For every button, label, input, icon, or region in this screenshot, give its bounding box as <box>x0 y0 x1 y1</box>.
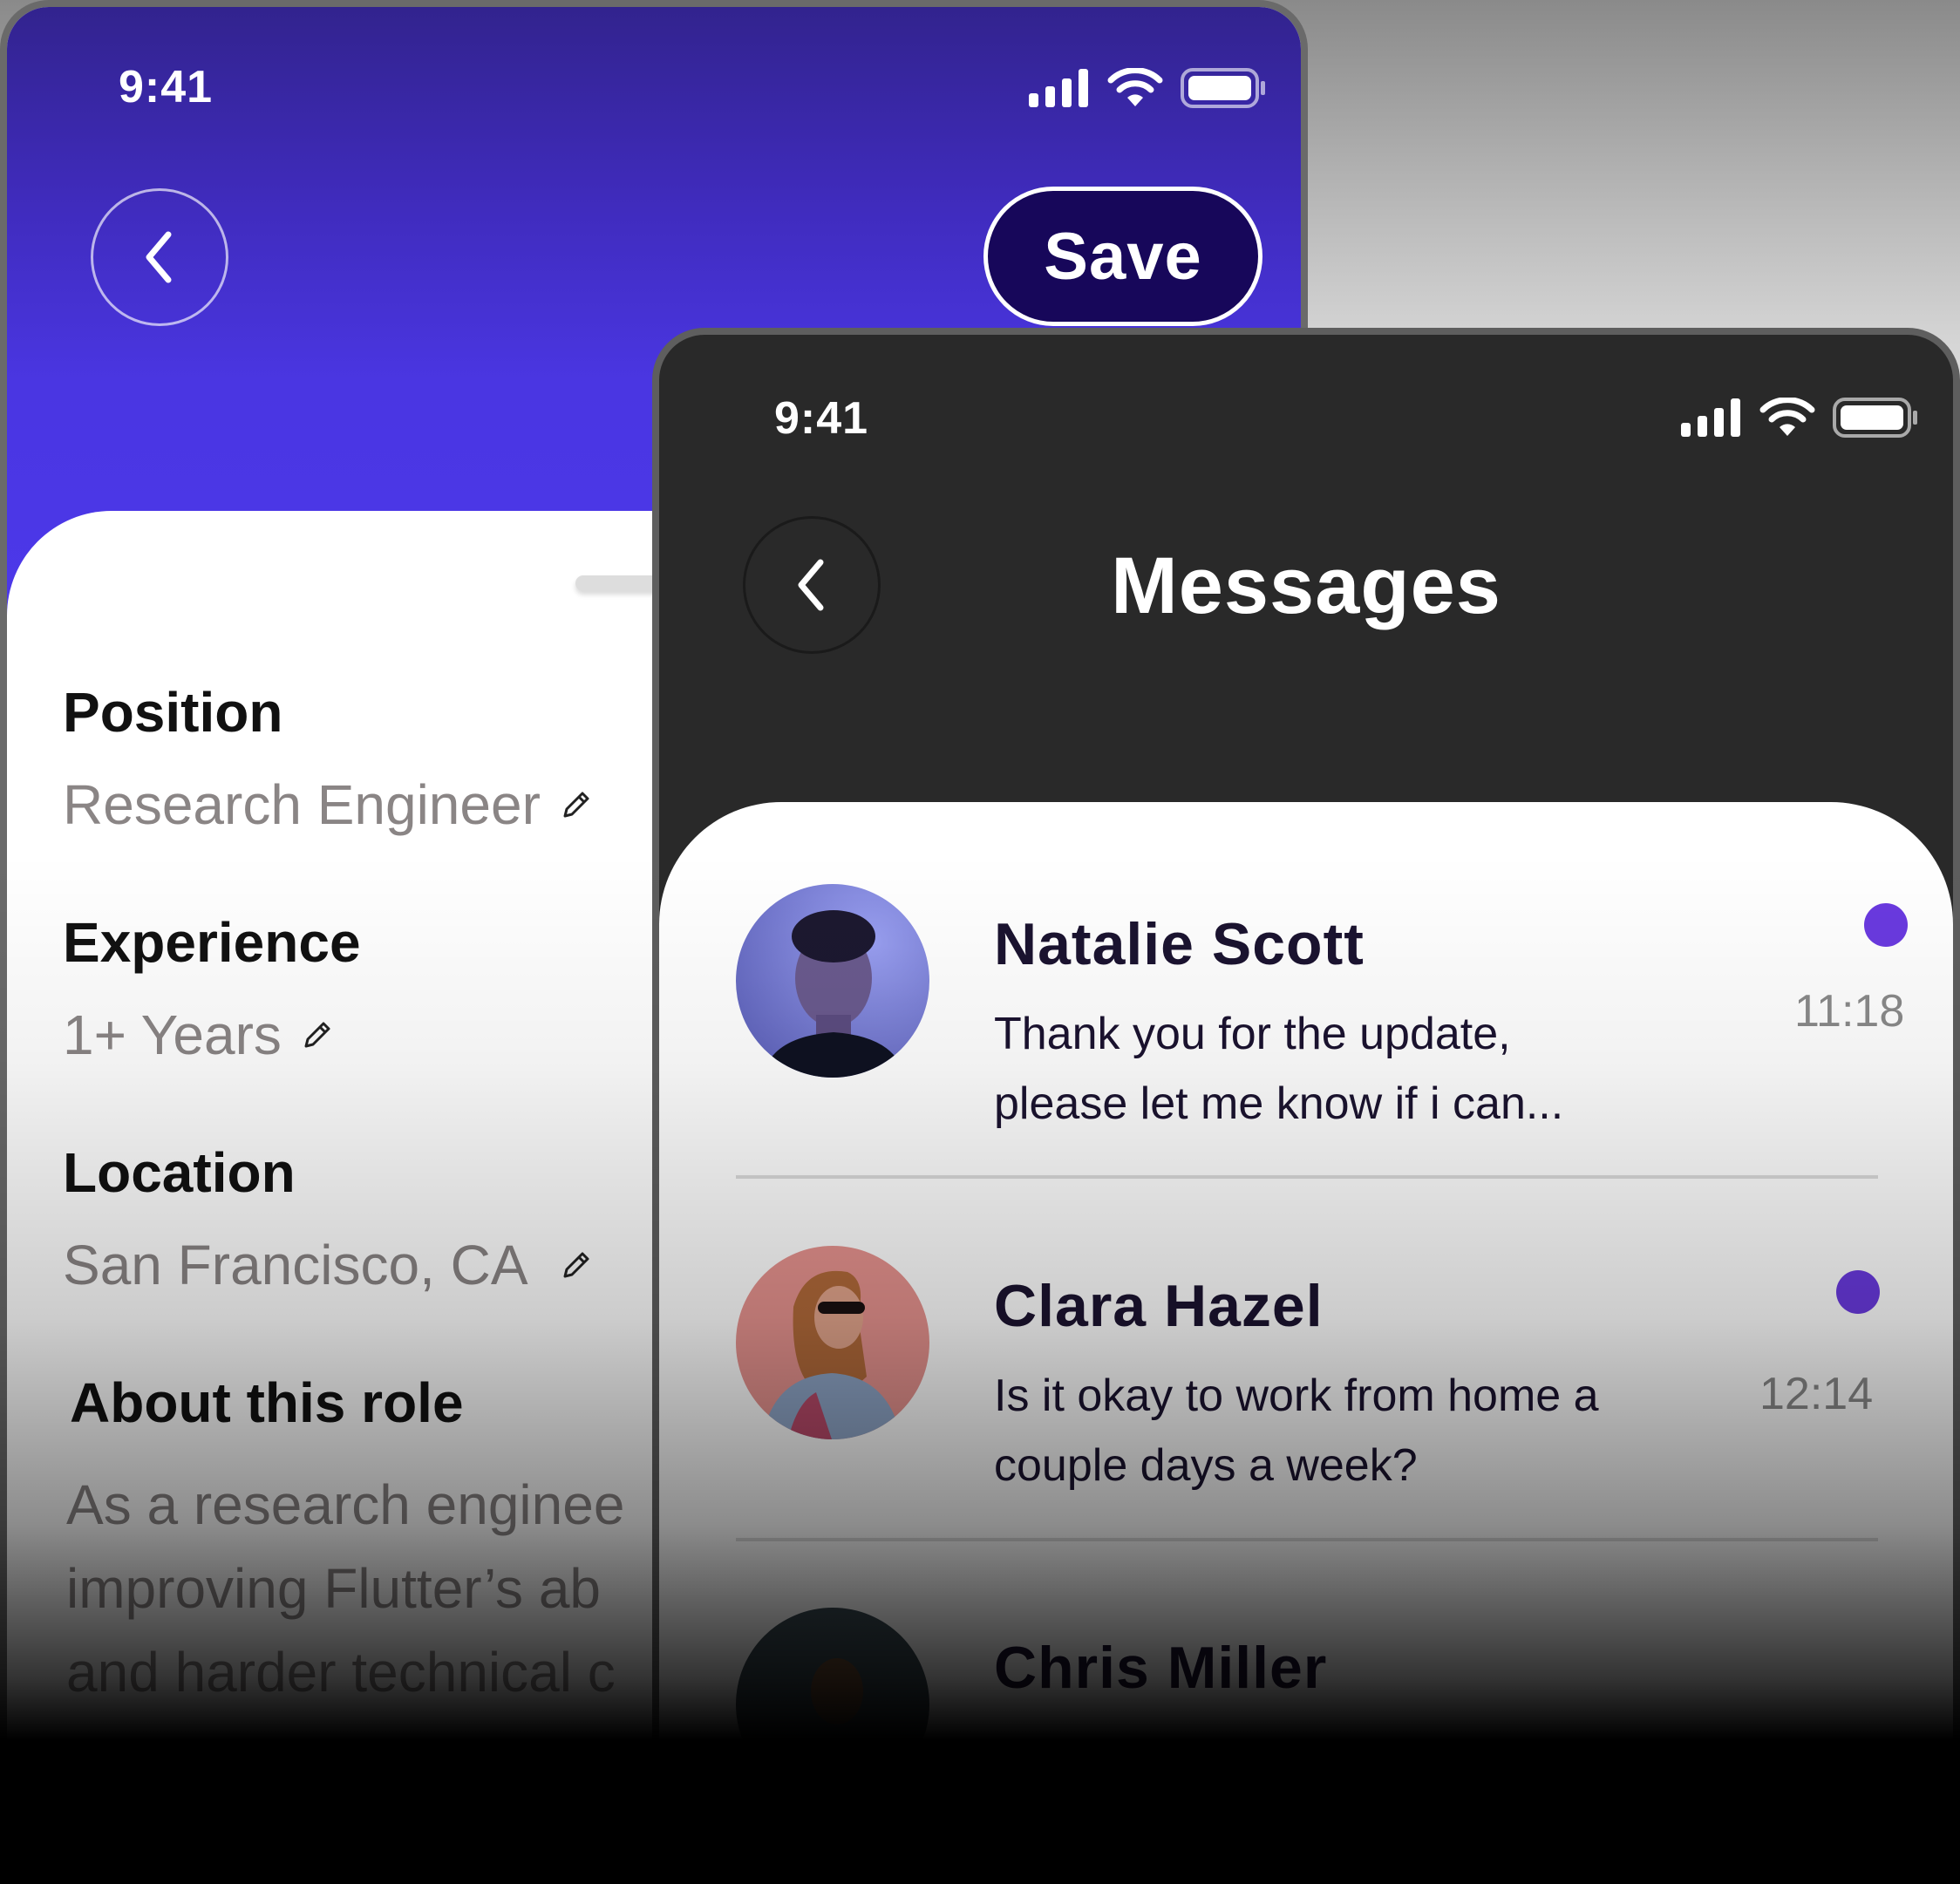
cellular-signal-icon <box>1681 398 1740 437</box>
location-value: San Francisco, CA <box>63 1234 528 1296</box>
cellular-signal-icon <box>1029 69 1088 107</box>
page-title: Messages <box>1111 541 1501 630</box>
contact-name: Chris Miller <box>994 1635 1328 1701</box>
wifi-icon <box>1107 68 1163 106</box>
message-preview: Is it okay to work from home a couple da… <box>994 1361 1691 1500</box>
messages-screen: 9:41 Messages Natalie Scott Thank you fo… <box>652 328 1960 1884</box>
divider <box>736 1538 1878 1541</box>
unread-indicator <box>1836 1270 1880 1314</box>
message-preview: Thank you for the update, please let me … <box>994 999 1691 1139</box>
status-icons <box>1029 68 1266 108</box>
status-icons <box>1681 398 1918 438</box>
position-label: Position <box>63 681 283 744</box>
avatar <box>736 1608 929 1801</box>
message-time: 12:14 <box>1759 1369 1874 1419</box>
message-preview-line: couple days a week? <box>994 1440 1418 1491</box>
position-field[interactable]: Research Engineer <box>63 772 593 837</box>
back-button[interactable] <box>91 188 228 326</box>
contact-name: Clara Hazel <box>994 1273 1324 1339</box>
conversation-item[interactable]: Chris Miller <box>659 1599 1953 1884</box>
battery-icon <box>1181 68 1265 108</box>
pencil-icon[interactable] <box>301 1018 334 1051</box>
status-time: 9:41 <box>774 393 869 444</box>
message-preview-line: Thank you for the update, <box>994 1009 1511 1059</box>
pencil-icon[interactable] <box>560 788 593 821</box>
message-time: 11:18 <box>1794 986 1905 1037</box>
experience-label: Experience <box>63 911 361 974</box>
message-preview-line: Is it okay to work from home a <box>994 1370 1599 1421</box>
location-field[interactable]: San Francisco, CA <box>63 1233 593 1297</box>
battery-icon <box>1833 398 1917 438</box>
position-value: Research Engineer <box>63 773 541 836</box>
contact-name: Natalie Scott <box>994 911 1365 977</box>
status-time: 9:41 <box>119 62 214 112</box>
pencil-icon[interactable] <box>560 1248 593 1282</box>
experience-field[interactable]: 1+ Years <box>63 1003 334 1067</box>
experience-value: 1+ Years <box>63 1003 282 1066</box>
avatar <box>736 884 929 1078</box>
divider <box>736 1175 1878 1179</box>
message-preview-line: please let me know if i can... <box>994 1078 1564 1129</box>
about-label: About this role <box>70 1371 464 1434</box>
wifi-icon <box>1759 398 1815 436</box>
conversation-item[interactable]: Natalie Scott Thank you for the update, … <box>659 875 1953 1237</box>
avatar <box>736 1246 929 1439</box>
chevron-left-icon <box>146 231 172 283</box>
save-button[interactable]: Save <box>983 187 1262 326</box>
location-label: Location <box>63 1141 296 1204</box>
unread-indicator <box>1864 903 1908 947</box>
conversation-item[interactable]: Clara Hazel Is it okay to work from home… <box>659 1237 1953 1599</box>
